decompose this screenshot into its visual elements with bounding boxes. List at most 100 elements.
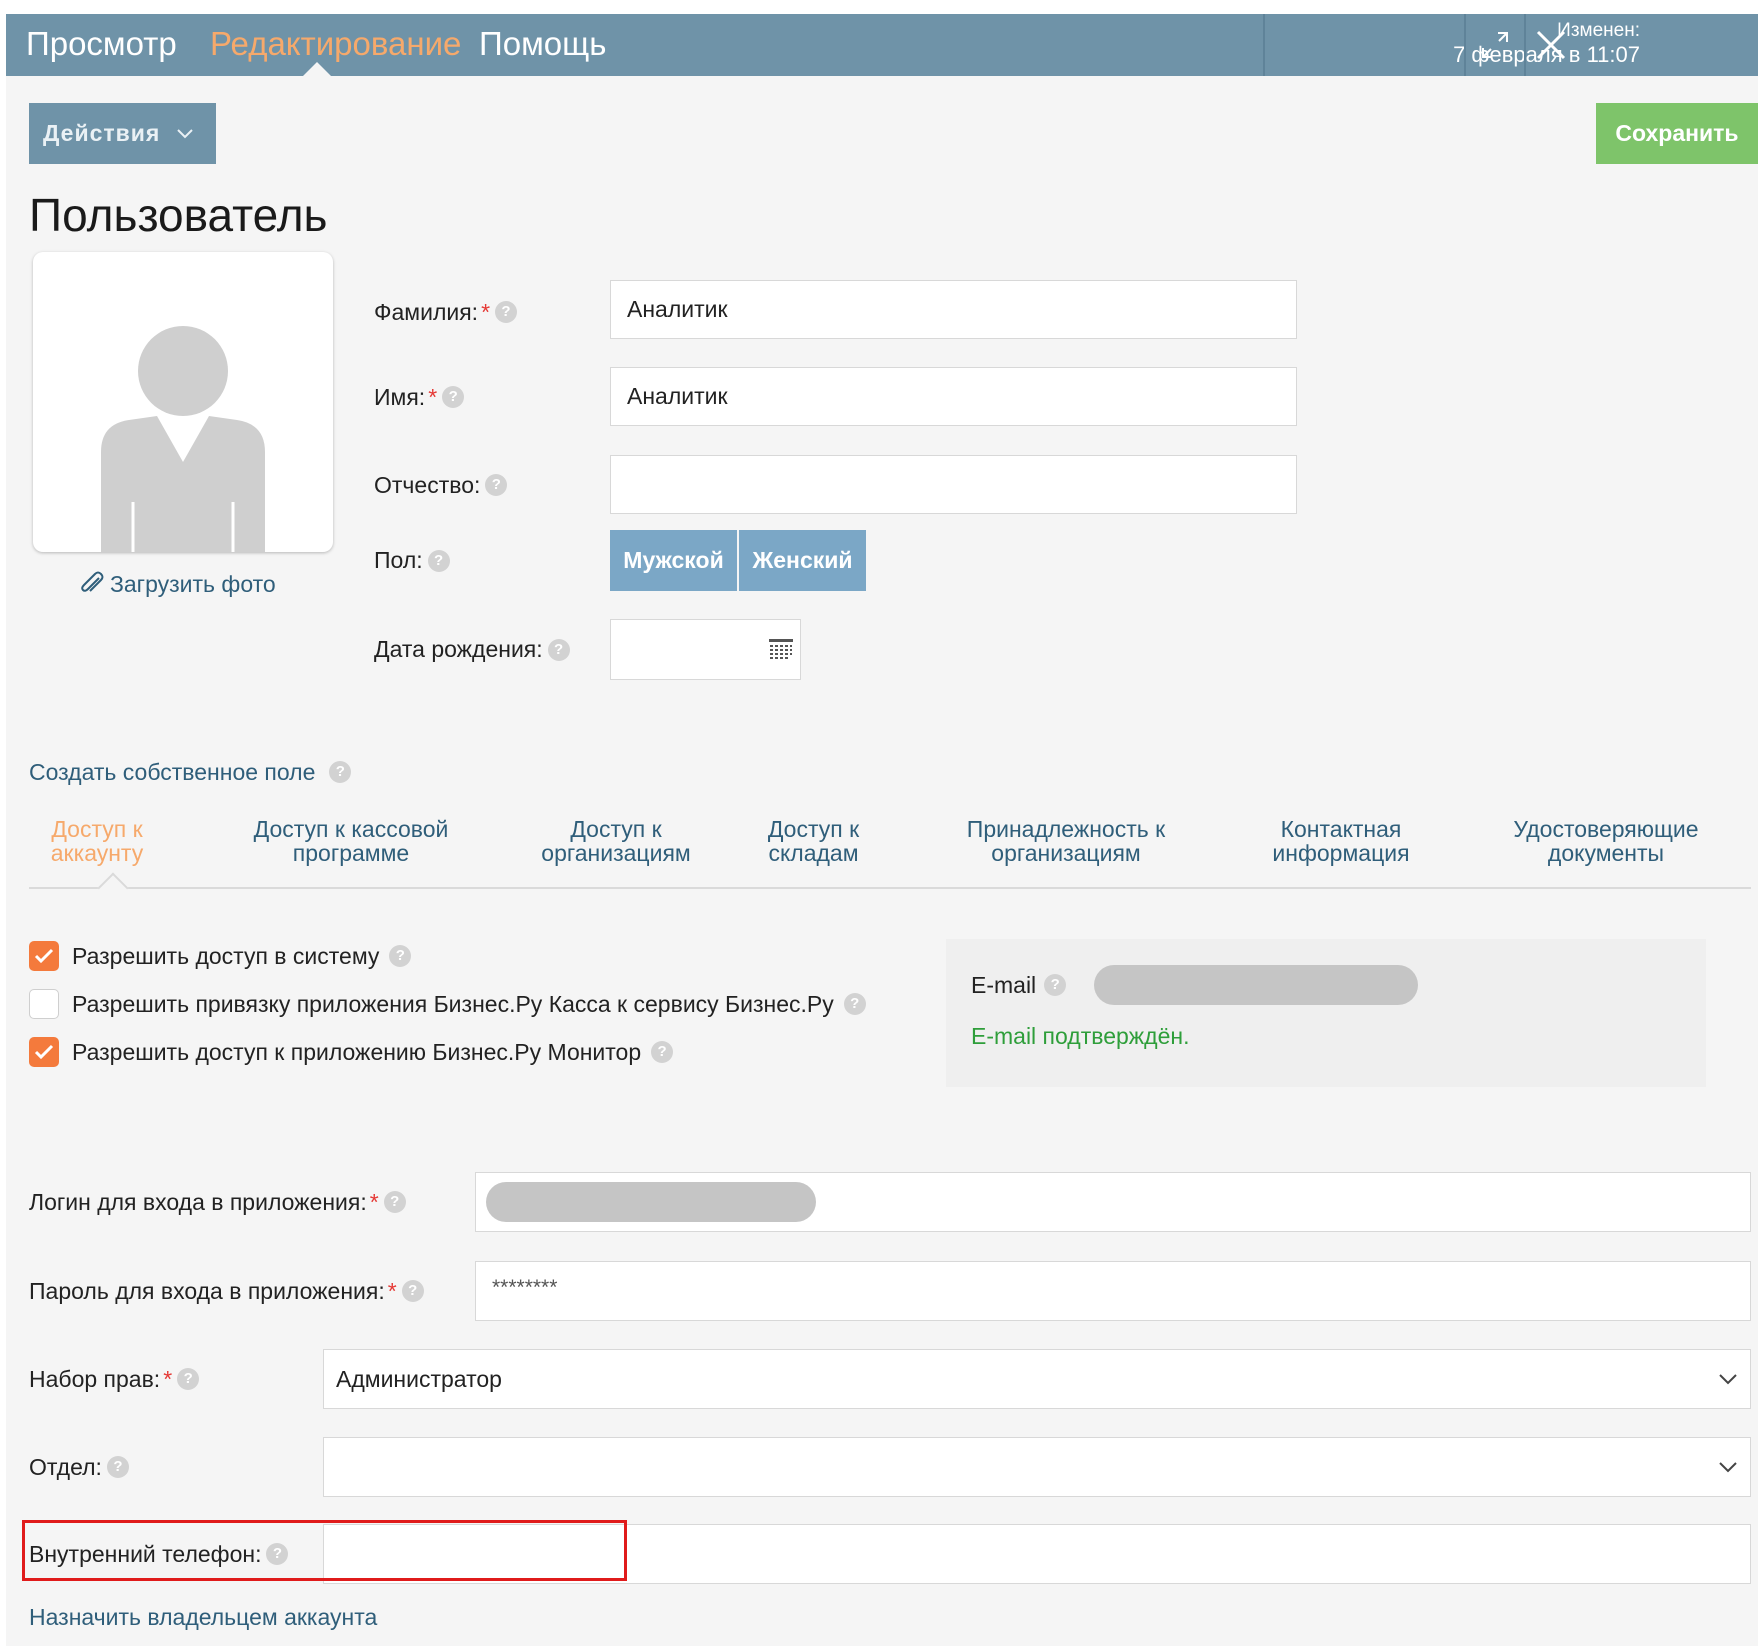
department-select[interactable] xyxy=(323,1437,1751,1497)
internal-phone-input[interactable] xyxy=(323,1524,1751,1584)
tab-edit[interactable]: Редактирование xyxy=(210,24,461,64)
subtab-line: складам xyxy=(768,840,859,866)
allow-system-access-label: Разрешить доступ в систему? xyxy=(72,939,412,973)
help-icon[interactable]: ? xyxy=(1044,974,1067,996)
middle-name-input[interactable] xyxy=(610,455,1297,514)
help-icon[interactable]: ? xyxy=(329,761,352,783)
email-label: E-mail? xyxy=(971,964,1067,1006)
password-label-text: Пароль для входа в приложения: xyxy=(29,1277,385,1304)
subtab-warehouses-access[interactable]: Доступ к складам xyxy=(756,817,871,865)
required-mark: * xyxy=(163,1365,173,1392)
subtab-line: Доступ к кассовой xyxy=(253,816,449,842)
calendar-icon[interactable] xyxy=(768,638,794,662)
user-silhouette-icon xyxy=(101,326,265,552)
checkbox-allow-monitor-access[interactable] xyxy=(29,1037,59,1067)
help-icon[interactable]: ? xyxy=(177,1368,200,1390)
subtab-line: аккаунту xyxy=(50,840,144,866)
first-name-input[interactable]: Аналитик xyxy=(610,367,1297,426)
help-icon[interactable]: ? xyxy=(389,945,412,967)
last-name-label-text: Фамилия: xyxy=(374,298,479,325)
save-button[interactable]: Сохранить xyxy=(1596,103,1758,164)
email-value-redacted[interactable] xyxy=(1094,965,1418,1005)
expand-icon[interactable] xyxy=(1466,14,1524,76)
subtab-cash-program-access[interactable]: Доступ к кассовой программе xyxy=(226,817,476,865)
help-icon[interactable]: ? xyxy=(843,993,866,1015)
upload-photo-link[interactable]: Загрузить фото xyxy=(78,570,276,598)
email-panel: E-mail? E-mail подтверждён. xyxy=(946,939,1706,1087)
internal-phone-label: Внутренний телефон:? xyxy=(29,1524,289,1584)
rights-label-text: Набор прав: xyxy=(29,1365,161,1392)
allow-kassa-binding-label: Разрешить привязку приложения Бизнес.Ру … xyxy=(72,987,866,1021)
subtab-line: Доступ к xyxy=(767,816,860,842)
help-icon[interactable]: ? xyxy=(266,1543,289,1565)
actions-dropdown-button[interactable]: Действия xyxy=(29,103,216,164)
close-icon[interactable] xyxy=(1526,14,1576,76)
rights-label: Набор прав: *? xyxy=(29,1349,200,1409)
checkbox-label-text: Разрешить доступ к приложению Бизнес.Ру … xyxy=(72,1038,642,1065)
create-custom-field-link[interactable]: Создать собственное поле? xyxy=(29,752,352,792)
login-value-redacted xyxy=(486,1182,816,1222)
subtab-account-access[interactable]: Доступ к аккаунту xyxy=(34,817,160,865)
help-icon[interactable]: ? xyxy=(547,638,570,661)
department-label-text: Отдел: xyxy=(29,1453,102,1480)
create-custom-field-label: Создать собственное поле xyxy=(29,758,316,785)
checkmark-icon xyxy=(34,948,54,964)
active-subtab-pointer xyxy=(97,872,129,904)
subtab-contact-info[interactable]: Контактная информация xyxy=(1261,817,1421,865)
required-mark: * xyxy=(481,298,491,325)
subtab-line: документы xyxy=(1547,840,1665,866)
chevron-down-icon xyxy=(177,128,194,138)
subtab-line: информация xyxy=(1272,840,1410,866)
help-icon[interactable]: ? xyxy=(383,1191,406,1213)
divider xyxy=(1263,14,1265,76)
user-edit-window: Просмотр Редактирование Помощь Изменен: … xyxy=(6,14,1758,1646)
tab-help[interactable]: Помощь xyxy=(479,24,606,64)
active-tab-pointer xyxy=(303,62,331,76)
checkbox-allow-system-access[interactable] xyxy=(29,941,59,971)
help-icon[interactable]: ? xyxy=(495,301,518,323)
page-title: Пользователь xyxy=(29,189,328,241)
login-input[interactable] xyxy=(475,1172,1751,1232)
internal-phone-label-text: Внутренний телефон: xyxy=(29,1540,262,1567)
subtab-organization-membership[interactable]: Принадлежность к организациям xyxy=(951,817,1181,865)
birth-date-label-text: Дата рождения: xyxy=(374,636,543,662)
subtab-line: организациям xyxy=(991,840,1141,866)
rights-select-value: Администратор xyxy=(336,1365,502,1392)
subtab-line: Доступ к xyxy=(570,816,662,842)
help-icon[interactable]: ? xyxy=(427,549,450,572)
subtab-line: организациям xyxy=(541,840,691,866)
tab-view[interactable]: Просмотр xyxy=(26,24,177,64)
required-mark: * xyxy=(369,1188,379,1215)
subtabs-divider xyxy=(29,887,1751,889)
help-icon[interactable]: ? xyxy=(106,1456,129,1478)
rights-select[interactable]: Администратор xyxy=(323,1349,1751,1409)
help-icon[interactable]: ? xyxy=(442,386,465,408)
login-label-text: Логин для входа в приложения: xyxy=(29,1188,367,1215)
required-mark: * xyxy=(387,1277,397,1304)
help-icon[interactable]: ? xyxy=(651,1041,674,1063)
chevron-down-icon xyxy=(1719,1462,1737,1473)
help-icon[interactable]: ? xyxy=(401,1280,424,1302)
gender-male-button[interactable]: Мужской xyxy=(610,530,737,591)
birth-date-input[interactable] xyxy=(610,619,801,680)
login-label: Логин для входа в приложения: *? xyxy=(29,1172,406,1232)
chevron-down-icon xyxy=(1719,1374,1737,1385)
subtab-line: Контактная xyxy=(1280,816,1402,842)
middle-name-label-text: Отчество: xyxy=(374,471,481,498)
subtab-id-documents[interactable]: Удостоверяющие документы xyxy=(1496,817,1716,865)
checkbox-allow-kassa-binding[interactable] xyxy=(29,989,59,1019)
birth-date-label: Дата рождения:? xyxy=(374,619,570,680)
subtab-organizations-access[interactable]: Доступ к организациям xyxy=(526,817,706,865)
subtab-line: Доступ к xyxy=(51,816,143,842)
department-label: Отдел:? xyxy=(29,1437,129,1497)
gender-label: Пол:? xyxy=(374,530,450,591)
subtab-line: Принадлежность к xyxy=(966,816,1166,842)
gender-female-button[interactable]: Женский xyxy=(739,530,866,591)
subtab-line: Удостоверяющие xyxy=(1513,816,1699,842)
assign-account-owner-link[interactable]: Назначить владельцем аккаунта xyxy=(29,1600,377,1634)
help-icon[interactable]: ? xyxy=(485,474,508,496)
avatar-placeholder[interactable] xyxy=(33,252,333,552)
first-name-label-text: Имя: xyxy=(374,383,426,410)
password-input[interactable]: ******** xyxy=(475,1261,1751,1321)
last-name-input[interactable]: Аналитик xyxy=(610,280,1297,339)
